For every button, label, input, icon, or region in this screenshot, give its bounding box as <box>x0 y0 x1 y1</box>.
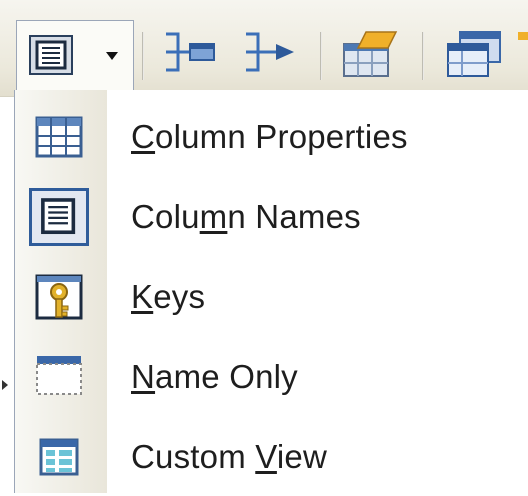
menu-item-label: Column Names <box>131 198 361 235</box>
toolbar-separator <box>142 32 144 80</box>
menu-item-column-properties[interactable]: Column Properties <box>15 96 527 176</box>
keys-icon <box>35 274 83 320</box>
column-properties-icon <box>35 116 83 158</box>
menu-item-keys[interactable]: Keys <box>15 256 527 336</box>
new-table-icon[interactable] <box>442 28 528 80</box>
toolbar-separator <box>422 32 424 80</box>
menu-item-label: Column Properties <box>131 118 408 155</box>
arrange-selection-icon[interactable] <box>160 28 222 76</box>
table-view-menu: Column Properties Column Names Keys Name… <box>14 90 528 493</box>
menu-item-column-names[interactable]: Column Names <box>15 176 527 256</box>
menu-item-name-only[interactable]: Name Only <box>15 336 527 416</box>
autosize-tables-icon[interactable] <box>336 28 402 80</box>
menu-item-label: Custom View <box>131 438 328 475</box>
toolbar-separator <box>320 32 322 80</box>
menu-item-label: Name Only <box>131 358 298 395</box>
chevron-down-icon <box>106 52 118 60</box>
name-only-icon <box>36 356 82 395</box>
table-view-dropdown[interactable] <box>16 20 134 90</box>
column-names-icon <box>29 188 89 246</box>
menu-item-label: Keys <box>131 278 206 315</box>
column-names-icon <box>29 35 73 75</box>
menu-item-custom-view[interactable]: Custom View <box>15 416 527 496</box>
toolbar <box>0 0 528 97</box>
custom-view-icon <box>39 438 79 476</box>
arrange-tables-icon[interactable] <box>240 28 302 76</box>
left-edge-arrow-fragment <box>2 380 8 390</box>
